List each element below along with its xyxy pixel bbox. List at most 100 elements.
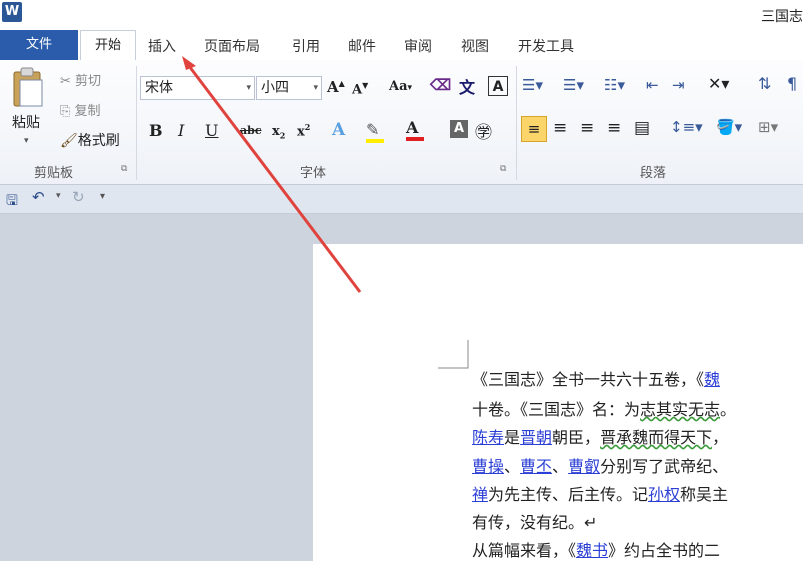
chevron-down-icon[interactable]: ▾	[246, 77, 251, 99]
body-text: ，	[712, 428, 729, 447]
asian-layout-icon[interactable]: ✕▾	[708, 74, 729, 93]
document-line: 《三国志》全书一共六十五卷，《魏	[472, 366, 720, 390]
body-text: 晋承魏而得天下	[600, 428, 713, 447]
undo-dropdown-icon[interactable]: ▾	[56, 191, 61, 201]
tab-file[interactable]: 文件	[0, 30, 78, 60]
increase-indent-icon[interactable]: ⇥	[672, 76, 685, 94]
bold-button[interactable]: B	[149, 121, 163, 140]
decrease-indent-icon[interactable]: ⇤	[646, 76, 659, 94]
tab-page-layout[interactable]: 页面布局	[204, 36, 260, 56]
hyperlink-text[interactable]: 晋朝	[520, 428, 552, 447]
align-right-icon[interactable]: ≡	[580, 118, 594, 138]
subscript-button[interactable]: x2	[272, 124, 285, 141]
hyperlink-text[interactable]: 孙权	[648, 485, 680, 504]
change-case-icon[interactable]: Aa▾	[389, 79, 412, 94]
body-text: 志其实无志	[640, 400, 721, 419]
title-bar: W 三国志	[0, 0, 803, 30]
quick-access-toolbar: 🖫 ↶ ▾ ↻ ▾	[0, 185, 803, 214]
margin-corner-mark	[438, 340, 469, 369]
paste-icon[interactable]	[10, 66, 50, 107]
paste-dropdown-icon[interactable]: ▾	[24, 136, 29, 146]
ribbon-tab-bar: 文件 开始 插入 页面布局 引用 邮件 审阅 视图 开发工具	[0, 30, 803, 61]
tab-mailings[interactable]: 邮件	[348, 36, 376, 56]
body-text: 是	[504, 428, 521, 447]
shrink-font-icon[interactable]: A▼	[352, 80, 368, 97]
body-text: 为先主传、后主传。记	[488, 485, 649, 504]
hyperlink-text[interactable]: 曹叡	[568, 457, 600, 476]
font-launcher-icon[interactable]: ⧉	[500, 164, 506, 174]
group-divider	[136, 66, 137, 180]
undo-icon[interactable]: ↶	[32, 188, 45, 206]
body-text: 分别写了武帝纪、	[600, 457, 729, 476]
body-text: 。	[720, 400, 737, 419]
paste-button[interactable]: 粘贴	[12, 112, 40, 132]
tab-home[interactable]: 开始	[80, 30, 136, 60]
show-marks-icon[interactable]: ¶	[787, 74, 797, 93]
document-line: 禅为先主传、后主传。记孙权称吴主	[472, 481, 728, 505]
font-name-combo[interactable]: 宋体 ▾	[140, 76, 255, 100]
phonetic-guide-icon[interactable]: 文	[459, 74, 475, 98]
clear-format-icon[interactable]: ⌫	[430, 76, 451, 94]
text-effects-icon[interactable]: A	[332, 120, 345, 140]
word-app-icon[interactable]: W	[2, 2, 22, 22]
underline-button[interactable]: U	[205, 121, 218, 140]
bullets-icon[interactable]: ☰▾	[522, 76, 543, 94]
document-line: 从篇幅来看，《魏书》约占全书的二	[472, 537, 720, 561]
align-center-icon[interactable]: ≡	[553, 118, 567, 138]
copy-button[interactable]: ⎘ 复制	[60, 100, 101, 119]
font-group-label: 字体	[300, 166, 327, 181]
body-text: 、	[504, 457, 521, 476]
sort-icon[interactable]: ⇅	[758, 74, 771, 93]
borders-icon[interactable]: ⊞▾	[758, 118, 778, 136]
character-shading-icon[interactable]: A	[450, 120, 468, 138]
grow-font-icon[interactable]: A▲	[327, 78, 345, 96]
hyperlink-text[interactable]: 魏书	[576, 541, 608, 560]
document-title: 三国志	[761, 9, 803, 25]
format-painter-button[interactable]: 🖌格式刷	[60, 130, 120, 150]
document-line: 曹操、曹丕、曹叡分别写了武帝纪、	[472, 453, 728, 477]
italic-button[interactable]: I	[178, 121, 184, 140]
align-left-button[interactable]: ≡	[521, 116, 547, 142]
numbering-icon[interactable]: ☰▾	[563, 76, 584, 94]
body-text: 从篇幅来看，《	[472, 541, 577, 560]
line-spacing-icon[interactable]: ↕≡▾	[670, 118, 703, 136]
hyperlink-text[interactable]: 禅	[472, 485, 488, 504]
scissors-icon: ✂	[60, 74, 76, 89]
clipboard-launcher-icon[interactable]: ⧉	[121, 164, 127, 174]
customize-toolbar-icon[interactable]: ▾	[100, 191, 105, 202]
hyperlink-text[interactable]: 陈寿	[472, 428, 504, 447]
ribbon: 粘贴 ▾ ✂ 剪切 ⎘ 复制 🖌格式刷 剪贴板 ⧉ 宋体 ▾ 小四 ▾ A▲ A…	[0, 60, 803, 185]
tab-review[interactable]: 审阅	[404, 36, 432, 56]
body-text: 有传，没有纪。↵	[472, 513, 598, 532]
enclosed-char-icon[interactable]: ㊫	[475, 118, 492, 143]
copy-icon: ⎘	[60, 104, 75, 119]
font-color-icon[interactable]: A	[406, 118, 424, 141]
body-text: 称吴主	[680, 485, 729, 504]
redo-icon[interactable]: ↻	[72, 188, 85, 206]
paintbrush-icon: 🖌	[60, 133, 78, 149]
hyperlink-text[interactable]: 魏	[704, 370, 720, 389]
chevron-down-icon[interactable]: ▾	[313, 77, 318, 99]
hyperlink-text[interactable]: 曹操	[472, 457, 504, 476]
cut-button[interactable]: ✂ 剪切	[60, 70, 101, 89]
shading-icon[interactable]: 🪣▾	[716, 118, 742, 136]
highlight-icon[interactable]: ✎	[366, 120, 384, 143]
body-text: 十卷。《三国志》名：为	[472, 400, 641, 419]
hyperlink-text[interactable]: 曹丕	[520, 457, 552, 476]
tab-view[interactable]: 视图	[461, 36, 489, 56]
tab-insert[interactable]: 插入	[148, 36, 176, 56]
tab-references[interactable]: 引用	[292, 36, 320, 56]
superscript-button[interactable]: x2	[297, 122, 310, 139]
document-line: 十卷。《三国志》名：为志其实无志。	[472, 396, 736, 420]
justify-icon[interactable]: ≡	[607, 118, 621, 138]
tab-developer[interactable]: 开发工具	[518, 36, 574, 56]
distributed-icon[interactable]: ▤	[634, 118, 650, 138]
body-text: 朝臣，	[552, 428, 601, 447]
paragraph-group-label: 段落	[640, 166, 667, 181]
font-size-combo[interactable]: 小四 ▾	[256, 76, 322, 100]
save-icon[interactable]: 🖫	[6, 190, 18, 214]
strikethrough-button[interactable]: abc	[240, 124, 262, 137]
character-border-icon[interactable]: A	[488, 76, 508, 96]
multilevel-list-icon[interactable]: ☷▾	[604, 76, 625, 94]
body-text: 》约占全书的二	[608, 541, 721, 560]
